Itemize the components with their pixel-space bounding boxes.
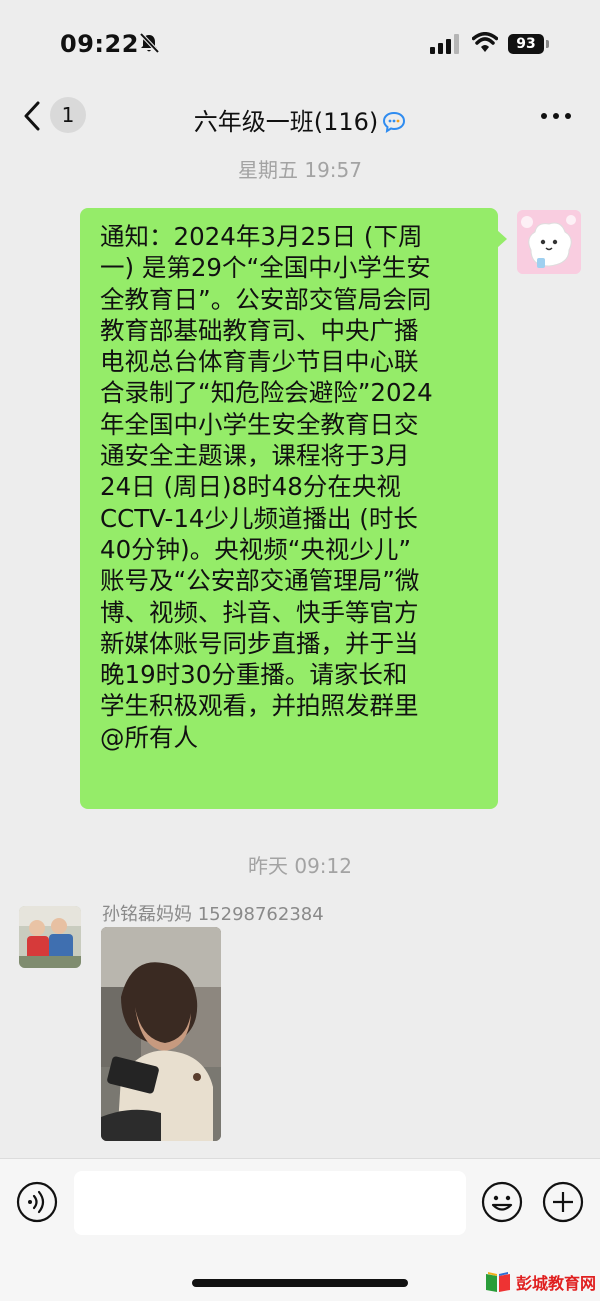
status-time: 09:22	[60, 30, 139, 58]
chat-title[interactable]: 六年级一班(116)	[0, 102, 600, 137]
bell-muted-icon	[139, 32, 160, 54]
book-logo-icon	[486, 1272, 510, 1292]
avatar-photo	[19, 906, 81, 968]
chat-header: 1 六年级一班(116)	[0, 88, 600, 146]
message-input[interactable]	[74, 1171, 466, 1235]
voice-icon[interactable]	[16, 1181, 58, 1223]
home-indicator[interactable]	[192, 1279, 408, 1287]
sender-avatar[interactable]	[19, 906, 81, 968]
wifi-icon	[472, 32, 498, 52]
site-watermark: 彭城教育网	[484, 1268, 600, 1296]
my-avatar[interactable]	[517, 210, 581, 274]
chat-title-text: 六年级一班(116)	[193, 108, 379, 136]
battery-icon: 93	[508, 34, 552, 54]
message-timestamp: 昨天 09:12	[248, 854, 352, 878]
emoji-icon[interactable]	[481, 1181, 523, 1223]
cartoon-avatar-image	[517, 210, 581, 274]
message-timestamp: 星期五 19:57	[238, 158, 362, 182]
message-photo[interactable]	[101, 927, 221, 1141]
sender-name: 孙铭磊妈妈 15298762384	[102, 904, 324, 925]
more-icon[interactable]	[536, 102, 576, 130]
message-bubble-self[interactable]: 通知：2024年3月25日 (下周 一) 是第29个“全国中小学生安 全教育日”…	[80, 208, 498, 809]
bubble-tail	[497, 230, 507, 248]
child-with-phone-photo	[101, 927, 221, 1141]
status-bar: 09:22 93	[0, 0, 600, 88]
signal-icon	[430, 34, 459, 54]
watermark-text: 彭城教育网	[516, 1274, 597, 1293]
plus-icon[interactable]	[542, 1181, 584, 1223]
chat-bubble-icon	[383, 111, 406, 133]
battery-level: 93	[508, 34, 544, 54]
